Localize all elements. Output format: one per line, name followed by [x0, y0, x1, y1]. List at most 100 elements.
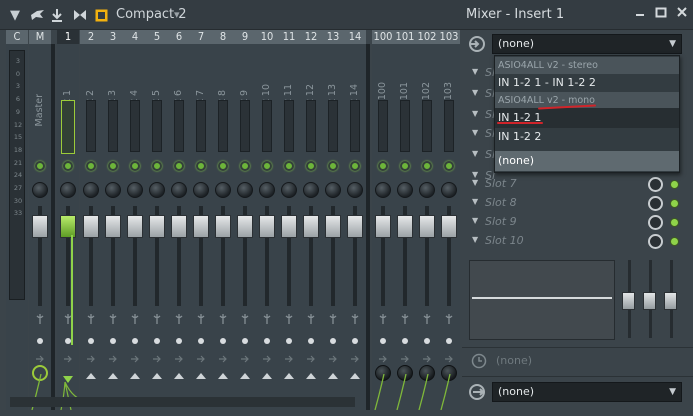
track-number[interactable]: 102: [416, 30, 438, 44]
menu-arrow-icon[interactable]: ▼: [8, 7, 22, 23]
slot-expand-icon[interactable]: ▼: [472, 235, 478, 244]
volume-fader[interactable]: [325, 215, 341, 238]
eq-low-fader[interactable]: [622, 292, 635, 310]
track-strip-insert[interactable]: 14Insert 14: [344, 30, 366, 410]
pan-knob[interactable]: [83, 182, 99, 198]
pan-knob[interactable]: [303, 182, 319, 198]
track-enable-led[interactable]: [108, 161, 118, 171]
send-arrow-up-icon[interactable]: [239, 372, 251, 383]
volume-fader[interactable]: [347, 215, 363, 238]
routing-dot[interactable]: [176, 338, 182, 344]
minimize-icon[interactable]: [633, 6, 647, 22]
track-number[interactable]: 1: [57, 30, 79, 44]
slot-expand-icon[interactable]: ▼: [472, 67, 478, 76]
send-arrow-up-icon[interactable]: [305, 372, 317, 383]
bowtie-icon[interactable]: [72, 7, 88, 23]
eq-graph[interactable]: [469, 260, 615, 340]
pan-knob[interactable]: [281, 182, 297, 198]
routing-dot[interactable]: [402, 338, 408, 344]
chevron-down-icon[interactable]: ▼: [669, 35, 676, 53]
track-strip-insert[interactable]: 2Insert 2: [80, 30, 102, 410]
track-number[interactable]: 10: [256, 30, 278, 44]
routing-dot[interactable]: [330, 338, 336, 344]
routing-dot[interactable]: [88, 338, 94, 344]
routing-dot[interactable]: [132, 338, 138, 344]
slot-mix-knob[interactable]: [648, 215, 663, 230]
chevron-down-icon[interactable]: ▼: [669, 383, 676, 401]
maximize-icon[interactable]: [654, 6, 668, 22]
track-strip-insert[interactable]: 11Insert 11: [278, 30, 300, 410]
pan-knob[interactable]: [375, 182, 391, 198]
track-enable-led[interactable]: [174, 161, 184, 171]
stereo-separation-icon[interactable]: [195, 313, 207, 325]
send-arrow-up-icon[interactable]: [195, 372, 207, 383]
routing-dot[interactable]: [446, 338, 452, 344]
volume-fader[interactable]: [149, 215, 165, 238]
pan-knob[interactable]: [193, 182, 209, 198]
pan-knob[interactable]: [397, 182, 413, 198]
track-strip-insert[interactable]: 4Insert 4: [124, 30, 146, 410]
track-enable-led[interactable]: [284, 161, 294, 171]
slot-expand-icon[interactable]: ▼: [472, 178, 478, 187]
stereo-separation-icon[interactable]: [85, 313, 97, 325]
track-number[interactable]: 2: [80, 30, 102, 44]
volume-fader[interactable]: [281, 215, 297, 238]
pan-knob[interactable]: [419, 182, 435, 198]
track-enable-led[interactable]: [400, 161, 410, 171]
dropdown-item-mono-1[interactable]: IN 1-2 1: [495, 108, 679, 128]
track-enable-led[interactable]: [378, 161, 388, 171]
volume-fader[interactable]: [171, 215, 187, 238]
input-select[interactable]: (none) ▼: [492, 34, 682, 54]
track-number[interactable]: 3: [102, 30, 124, 44]
track-enable-led[interactable]: [86, 161, 96, 171]
slot-expand-icon[interactable]: ▼: [472, 197, 478, 206]
preset-dropdown-icon[interactable]: ▾: [174, 8, 180, 21]
pan-knob[interactable]: [105, 182, 121, 198]
send-arrow-up-icon[interactable]: [349, 372, 361, 383]
slot-expand-icon[interactable]: ▼: [472, 109, 478, 118]
track-enable-led[interactable]: [328, 161, 338, 171]
pan-knob[interactable]: [259, 182, 275, 198]
routing-dot[interactable]: [110, 338, 116, 344]
close-icon[interactable]: [675, 6, 689, 22]
volume-fader[interactable]: [397, 215, 413, 238]
eq-mid-fader[interactable]: [643, 292, 656, 310]
stereo-separation-icon[interactable]: [443, 313, 455, 325]
volume-fader[interactable]: [127, 215, 143, 238]
track-number[interactable]: C: [6, 30, 28, 44]
volume-fader[interactable]: [83, 215, 99, 238]
stereo-separation-icon[interactable]: [239, 313, 251, 325]
stereo-separation-icon[interactable]: [107, 313, 119, 325]
track-strip-insert[interactable]: 9Insert 9: [234, 30, 256, 410]
volume-fader[interactable]: [60, 215, 76, 238]
track-strip-insert[interactable]: 7Insert 7: [190, 30, 212, 410]
pan-knob[interactable]: [325, 182, 341, 198]
pan-knob[interactable]: [32, 182, 48, 198]
track-enable-led[interactable]: [240, 161, 250, 171]
stereo-separation-icon[interactable]: [261, 313, 273, 325]
track-enable-led[interactable]: [306, 161, 316, 171]
track-strip-insert[interactable]: 100Inse. 100: [372, 30, 394, 411]
volume-fader[interactable]: [259, 215, 275, 238]
routing-dot[interactable]: [380, 338, 386, 344]
slot-expand-icon[interactable]: ▼: [472, 149, 478, 158]
mixer-slot[interactable]: ▼ Slot 10: [470, 233, 685, 250]
mixer-slot[interactable]: ▼ Slot 9: [470, 214, 685, 231]
track-name-box[interactable]: Master: [31, 46, 48, 128]
track-strip-insert[interactable]: 101Inse. 101: [394, 30, 416, 411]
volume-fader[interactable]: [303, 215, 319, 238]
volume-fader[interactable]: [237, 215, 253, 238]
track-strip-insert[interactable]: 102Inse. 102: [416, 30, 438, 411]
routing-dot[interactable]: [424, 338, 430, 344]
track-number[interactable]: 101: [394, 30, 416, 44]
stereo-separation-icon[interactable]: [151, 313, 163, 325]
preset-color-icon[interactable]: [94, 7, 108, 23]
track-enable-led[interactable]: [63, 161, 73, 171]
track-number[interactable]: 9: [234, 30, 256, 44]
dropdown-item-none[interactable]: (none): [495, 151, 679, 171]
slot-mix-knob[interactable]: [648, 234, 663, 249]
eq-high-fader[interactable]: [664, 292, 677, 310]
send-arrow-up-icon[interactable]: [129, 372, 141, 383]
track-enable-led[interactable]: [130, 161, 140, 171]
track-number[interactable]: 100: [372, 30, 394, 44]
